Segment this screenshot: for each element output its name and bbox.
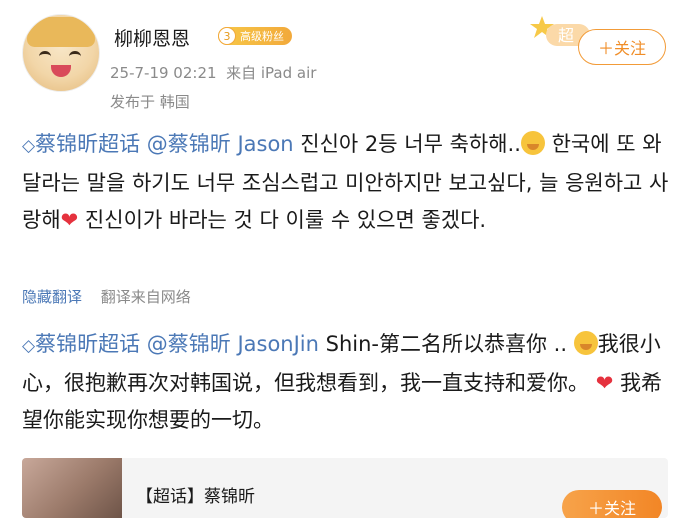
pensive-emoji-icon <box>520 131 545 155</box>
diamond-icon: ◇ <box>22 336 36 356</box>
fan-badge-level: 3 <box>218 27 236 45</box>
post-source: 来自 iPad air <box>226 64 317 82</box>
super-tag-label: 超 <box>558 26 574 45</box>
avatar-hair <box>27 17 95 47</box>
super-topic-card[interactable]: 【超话】蔡锦昕 ＋关注 <box>22 458 668 518</box>
card-follow-button[interactable]: ＋关注 <box>562 490 662 518</box>
translation-controls: 隐藏翻译 翻译来自网络 <box>22 286 191 307</box>
post-text: Shin-第二名所以恭喜你 .. <box>318 332 568 356</box>
timestamp: 25-7-19 02:21 <box>110 64 217 82</box>
follow-button[interactable]: ＋关注 <box>578 29 666 65</box>
fan-badge-label: 高级粉丝 <box>240 30 284 43</box>
post-content-korean: ◇蔡锦昕超话 @蔡锦昕 Jason 진신아 2등 너무 축하해.. 한국에 또 … <box>22 126 672 239</box>
username[interactable]: 柳柳恩恩 <box>114 24 190 51</box>
post-content-chinese: ◇蔡锦昕超话 @蔡锦昕 JasonJin Shin-第二名所以恭喜你 .. 我很… <box>22 326 672 439</box>
mention-link[interactable]: @蔡锦昕 Jason <box>147 132 294 156</box>
heart-icon: ❤ <box>60 208 79 232</box>
topic-link[interactable]: ◇蔡锦昕超话 <box>22 132 140 156</box>
avatar-right-eye <box>69 51 81 62</box>
mention-link[interactable]: @蔡锦昕 JasonJin <box>147 332 319 356</box>
avatar[interactable] <box>22 14 100 92</box>
fan-badge: 3 高级粉丝 <box>218 27 292 45</box>
avatar-mouth <box>51 65 71 77</box>
topic-link[interactable]: ◇蔡锦昕超话 <box>22 332 140 356</box>
diamond-icon: ◇ <box>22 136 36 156</box>
translation-source: 翻译来自网络 <box>100 288 191 306</box>
card-title: 【超话】蔡锦昕 <box>136 487 255 507</box>
post-text: 진신이가 바라는 것 다 이룰 수 있으면 좋겠다. <box>78 208 487 232</box>
post-meta: 25-7-19 02:21 来自 iPad air <box>110 62 316 83</box>
card-thumbnail <box>22 458 122 518</box>
heart-icon: ❤ <box>595 371 614 395</box>
pensive-emoji-icon <box>573 331 598 355</box>
post-location: 发布于 韩国 <box>110 93 190 111</box>
avatar-left-eye <box>39 51 51 62</box>
hide-translation-link[interactable]: 隐藏翻译 <box>22 288 82 306</box>
post-text: 진신아 2등 너무 축하해.. <box>293 132 521 156</box>
